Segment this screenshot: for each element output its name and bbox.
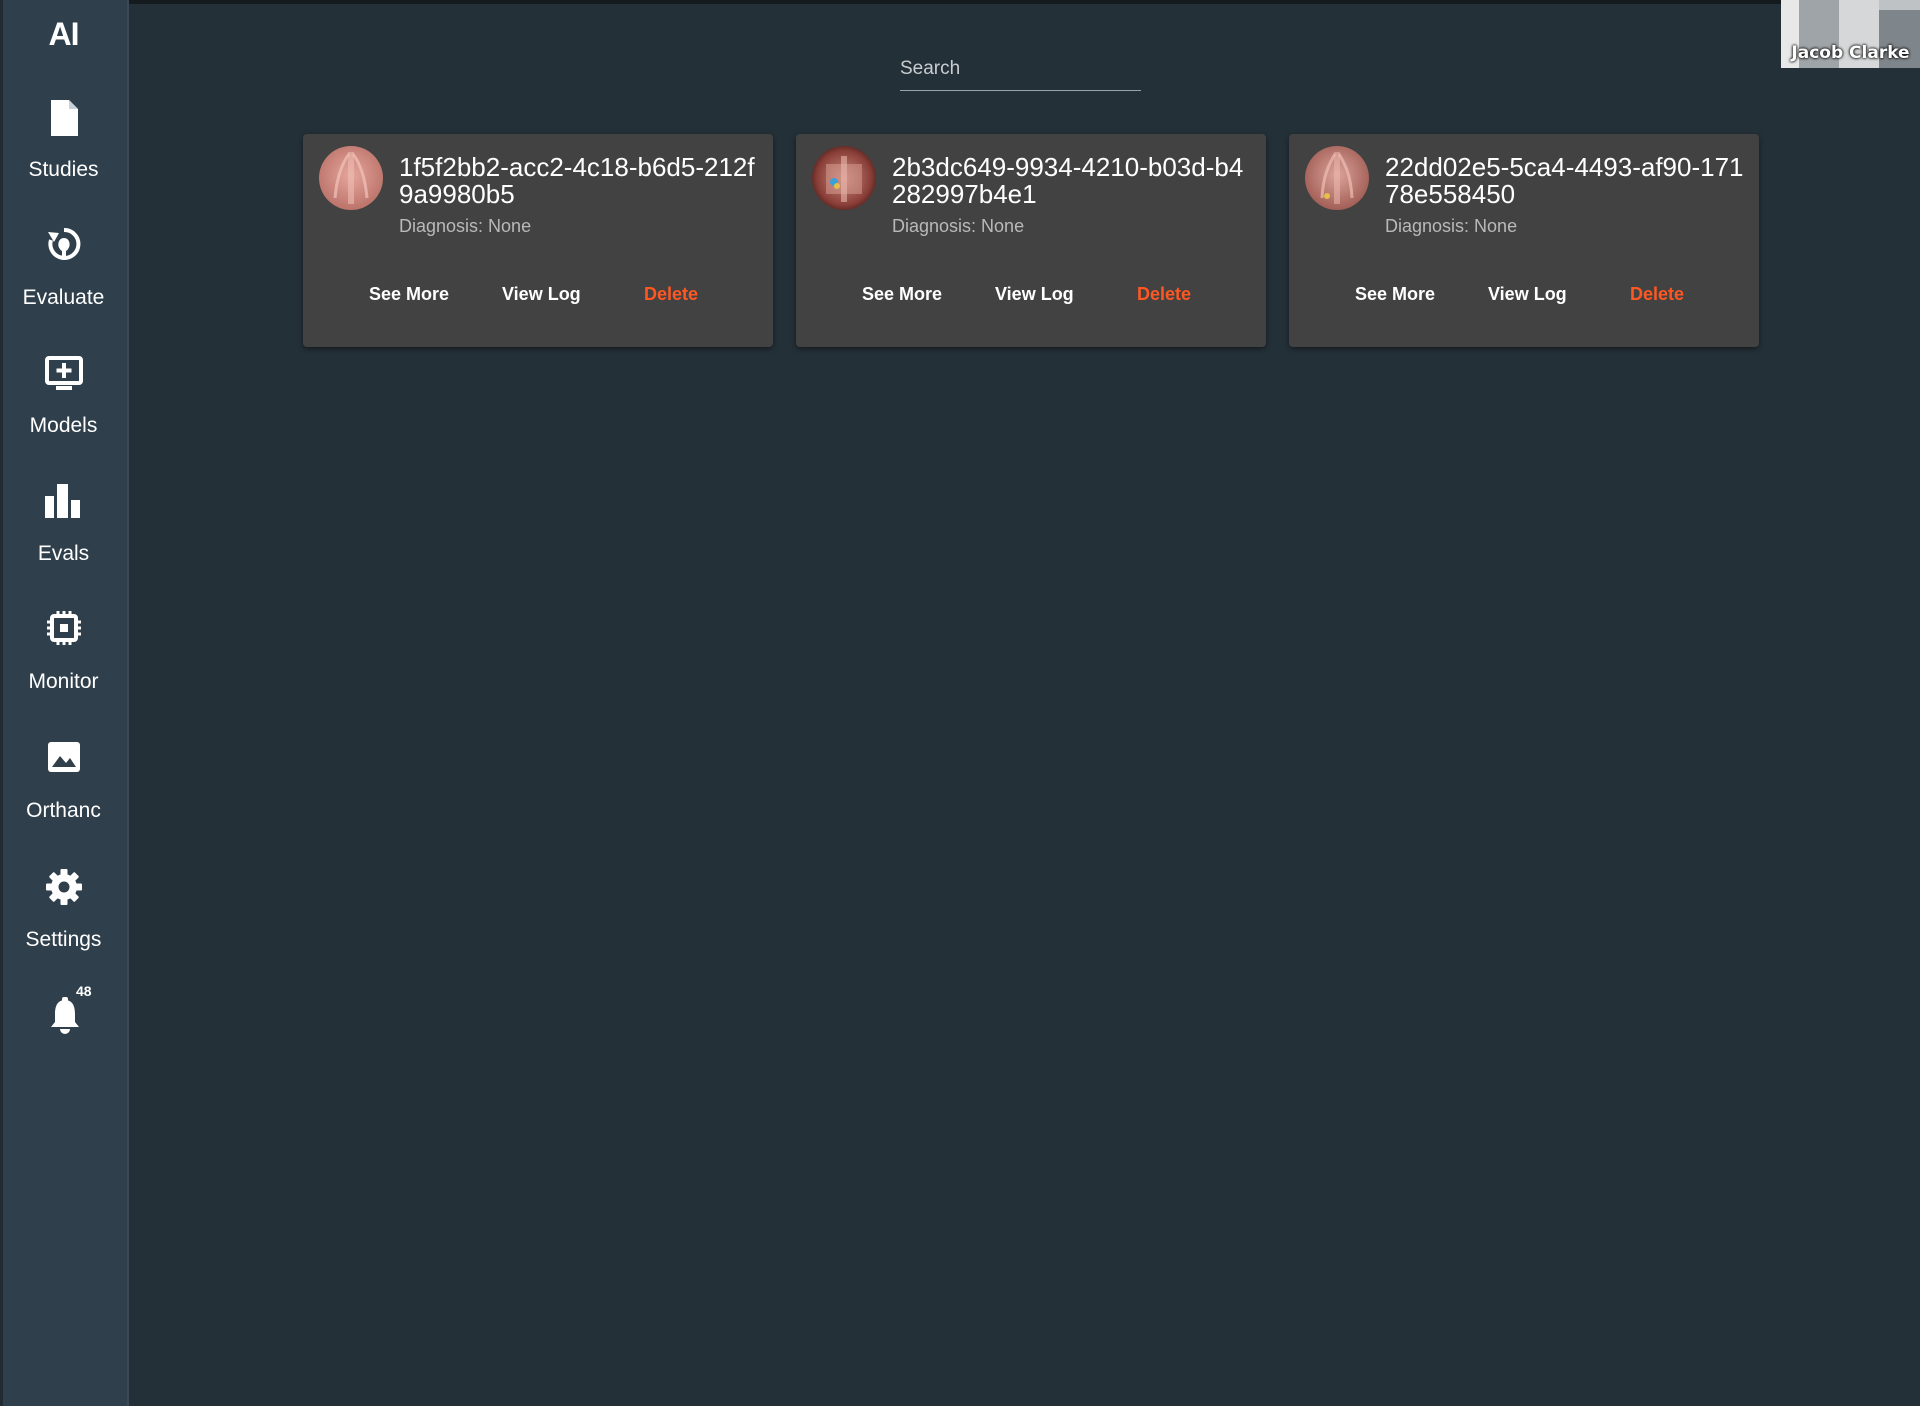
delete-button[interactable]: Delete xyxy=(644,284,698,305)
study-id: 2b3dc649-9934-4210-b03d-b4282997b4e1 xyxy=(892,152,1244,209)
study-thumbnail[interactable] xyxy=(1305,146,1369,210)
sidebar-item-label: Monitor xyxy=(28,670,99,693)
gear-icon xyxy=(46,869,82,905)
study-diagnosis: Diagnosis: None xyxy=(399,216,532,236)
card-actions: See More View Log Delete xyxy=(1289,284,1759,324)
sidebar-item-label: Settings xyxy=(25,928,102,951)
view-log-button[interactable]: View Log xyxy=(995,284,1074,305)
xray-thumbnail-image xyxy=(812,146,876,210)
study-diagnosis: Diagnosis: None xyxy=(892,216,1025,236)
study-card: 1f5f2bb2-acc2-4c18-b6d5-212f9a9980b5 Dia… xyxy=(303,134,773,347)
study-thumbnail[interactable] xyxy=(319,146,383,210)
participant-name: Jacob Clarke xyxy=(1791,43,1910,63)
sidebar-item-label: Evaluate xyxy=(22,286,105,309)
video-call-overlay: Jacob Clarke xyxy=(1781,0,1920,68)
study-card: 2b3dc649-9934-4210-b03d-b4282997b4e1 Dia… xyxy=(796,134,1266,347)
bar-chart-icon xyxy=(45,484,80,518)
study-diagnosis: Diagnosis: None xyxy=(1385,216,1518,236)
card-actions: See More View Log Delete xyxy=(796,284,1266,324)
study-thumbnail[interactable] xyxy=(812,146,876,210)
sidebar-item-settings[interactable]: Settings xyxy=(0,866,127,962)
card-actions: See More View Log Delete xyxy=(303,284,773,324)
sidebar-item-evaluate[interactable]: Evaluate xyxy=(0,224,127,320)
view-log-button[interactable]: View Log xyxy=(1488,284,1567,305)
view-log-button[interactable]: View Log xyxy=(502,284,581,305)
sidebar-item-models[interactable]: Models xyxy=(0,352,127,448)
see-more-button[interactable]: See More xyxy=(862,284,942,305)
bell-icon[interactable] xyxy=(46,996,84,1036)
xray-thumbnail-image xyxy=(319,146,383,210)
see-more-button[interactable]: See More xyxy=(1355,284,1435,305)
sidebar-item-evals[interactable]: Evals xyxy=(0,480,127,576)
window-top-border xyxy=(0,0,1920,4)
sidebar: AI Studies Evaluate Models Evals Monitor… xyxy=(0,0,129,1406)
sidebar-item-label: Studies xyxy=(28,158,99,181)
file-icon xyxy=(51,100,78,136)
sidebar-item-label: Orthanc xyxy=(26,799,101,822)
study-id: 22dd02e5-5ca4-4493-af90-17178e558450 xyxy=(1385,152,1744,209)
study-card: 22dd02e5-5ca4-4493-af90-17178e558450 Dia… xyxy=(1289,134,1759,347)
delete-button[interactable]: Delete xyxy=(1630,284,1684,305)
study-id: 1f5f2bb2-acc2-4c18-b6d5-212f9a9980b5 xyxy=(399,152,755,209)
sidebar-item-label: Models xyxy=(29,414,98,437)
app-logo[interactable]: AI xyxy=(0,16,127,53)
monitor-add-icon xyxy=(45,356,83,390)
see-more-button[interactable]: See More xyxy=(369,284,449,305)
brain-refresh-icon xyxy=(48,227,81,260)
delete-button[interactable]: Delete xyxy=(1137,284,1191,305)
sidebar-item-label: Evals xyxy=(37,542,90,565)
sidebar-item-monitor[interactable]: Monitor xyxy=(0,608,127,704)
cpu-chip-icon xyxy=(47,611,81,645)
notification-count-badge: 48 xyxy=(76,983,92,999)
search-input[interactable] xyxy=(900,52,1141,91)
xray-thumbnail-image xyxy=(1305,146,1369,210)
image-icon xyxy=(48,742,80,772)
sidebar-item-studies[interactable]: Studies xyxy=(0,96,127,192)
sidebar-item-orthanc[interactable]: Orthanc xyxy=(0,737,127,833)
